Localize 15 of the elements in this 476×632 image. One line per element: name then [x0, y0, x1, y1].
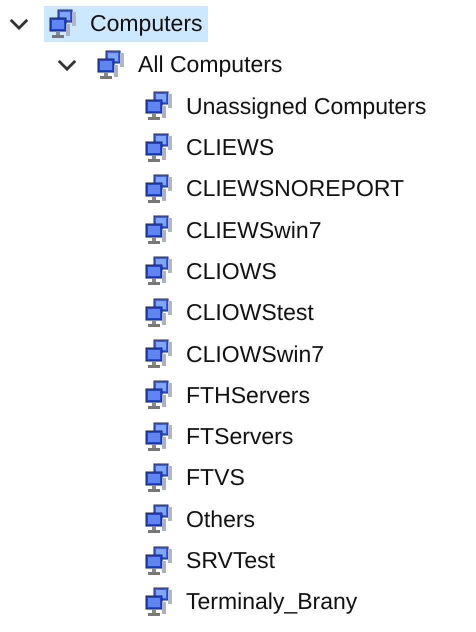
tree-item[interactable]: All Computers	[92, 46, 288, 83]
tree-item[interactable]: CLIEWSwin7	[140, 212, 328, 248]
tree-item[interactable]: CLIOWStest	[140, 294, 320, 331]
tree-item[interactable]: Terminaly_Brany	[140, 584, 364, 620]
tree-item[interactable]: CLIOWS	[140, 253, 283, 290]
tree-item[interactable]: Others	[140, 501, 262, 538]
tree-item[interactable]: FTServers	[140, 418, 300, 455]
tree-item[interactable]: CLIOWSwin7	[140, 336, 330, 372]
tree-item[interactable]: CLIEWSNOREPORT	[140, 170, 410, 207]
tree-item[interactable]: Unassigned Computers	[140, 88, 432, 124]
tree-item[interactable]: Computers	[44, 6, 208, 42]
tree-item[interactable]: FTHServers	[140, 377, 316, 414]
tree-item[interactable]: FTVS	[140, 460, 251, 496]
tree-item[interactable]: SRVTest	[140, 542, 282, 578]
tree-item[interactable]: CLIEWS	[140, 130, 280, 166]
